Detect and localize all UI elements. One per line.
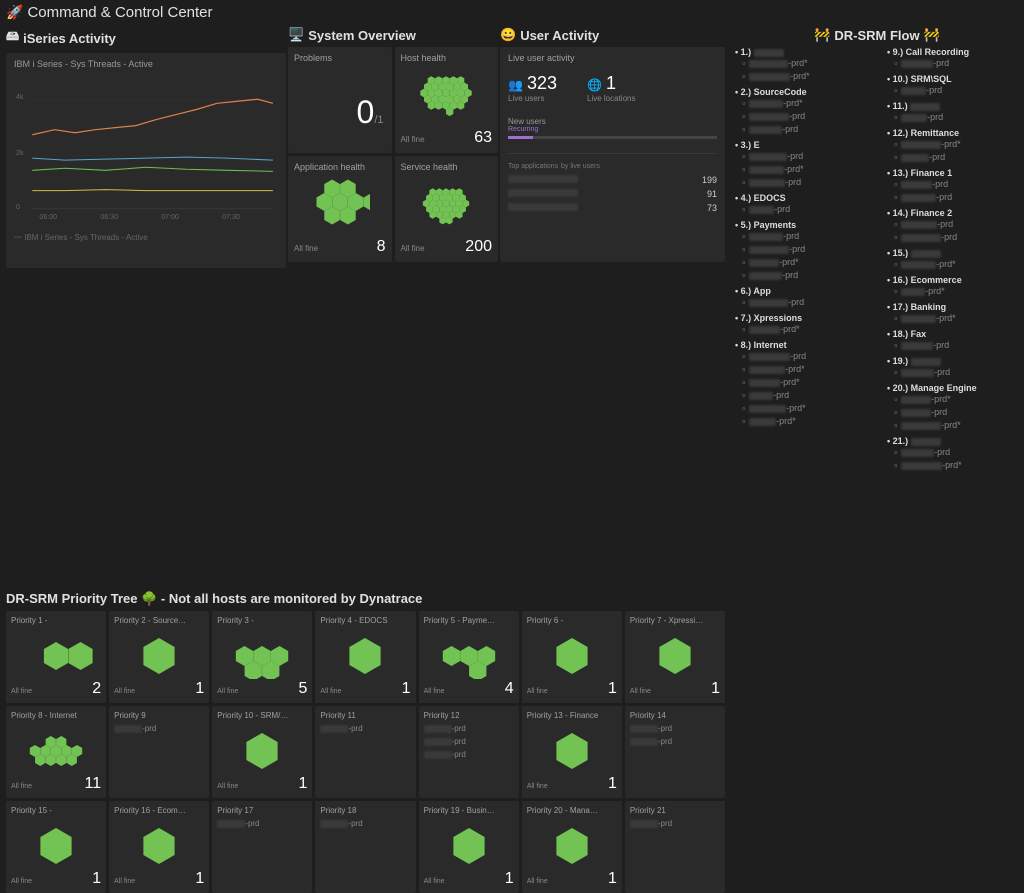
priority-tile[interactable]: Priority 7 - Xpressi…All fine1	[625, 611, 725, 703]
flow-group[interactable]: 7.) Xpressions-prd*	[727, 313, 875, 336]
host-health-tile[interactable]: Host health All fine63	[395, 47, 499, 153]
flow-group[interactable]: 4.) EDOCS-prd	[727, 193, 875, 216]
globe-icon: 🌐	[587, 78, 602, 92]
svg-text:06:00: 06:00	[39, 213, 57, 221]
flow-group[interactable]: 18.) Fax-prd	[879, 329, 1024, 352]
priority-tile[interactable]: Priority 21-prd	[625, 801, 725, 893]
users-icon: 👥	[508, 78, 523, 92]
chart-title: IBM i Series - Sys Threads - Active	[14, 59, 278, 69]
iseries-header: 🖴 iSeries Activity	[6, 25, 286, 53]
priority-grid: Priority 1 -All fine2Priority 2 - Source…	[6, 611, 725, 893]
new-users-block: New users Recurring	[508, 117, 717, 139]
flow-group[interactable]: 14.) Finance 2-prd-prd	[879, 208, 1024, 244]
page-title-text: Command & Control Center	[27, 4, 212, 21]
flow-group[interactable]: 11.) -prd	[879, 101, 1024, 124]
priority-tile[interactable]: Priority 15 -All fine1	[6, 801, 106, 893]
flow-group[interactable]: 2.) SourceCode-prd*-prd-prd	[727, 87, 875, 136]
priority-tile[interactable]: Priority 20 - Mana…All fine1	[522, 801, 622, 893]
system-header: 🖥️ System Overview	[288, 25, 498, 47]
flow-group[interactable]: 17.) Banking-prd*	[879, 302, 1024, 325]
hex-cluster-icon	[310, 176, 370, 228]
flow-group[interactable]: 6.) App-prd	[727, 286, 875, 309]
flow-header: 🚧 DR-SRM Flow 🚧	[727, 25, 1024, 47]
live-users-stat: 👥323 Live users	[508, 73, 557, 103]
priority-tile[interactable]: Priority 3 -All fine5	[212, 611, 312, 703]
priority-tile[interactable]: Priority 2 - Source…All fine1	[109, 611, 209, 703]
priority-tile[interactable]: Priority 8 - InternetAll fine11	[6, 706, 106, 798]
flow-group[interactable]: 21.) -prd-prd*	[879, 436, 1024, 472]
flow-group[interactable]: 5.) Payments-prd-prd-prd*-prd	[727, 220, 875, 282]
priority-tile[interactable]: Priority 11-prd	[315, 706, 415, 798]
problems-tile[interactable]: Problems 0/1	[288, 47, 392, 153]
hex-cluster-icon	[411, 176, 481, 231]
flow-group[interactable]: 13.) Finance 1-prd-prd	[879, 168, 1024, 204]
service-health-tile[interactable]: Service health All fine200	[395, 156, 499, 262]
top-apps: Top applications by live users 199 91 73	[508, 153, 717, 213]
live-locations-stat: 🌐1 Live locations	[587, 73, 635, 103]
page-title: 🚀 Command & Control Center	[0, 0, 1024, 25]
user-activity-tile[interactable]: Live user activity 👥323 Live users 🌐1 Li…	[500, 47, 725, 262]
priority-tile[interactable]: Priority 14-prd-prd	[625, 706, 725, 798]
caution-icon: 🚧	[814, 27, 830, 43]
flow-group[interactable]: 9.) Call Recording-prd	[879, 47, 1024, 70]
priority-tree-header: DR-SRM Priority Tree 🌳 - Not all hosts a…	[6, 587, 725, 609]
flow-group[interactable]: 3.) E-prd-prd*-prd	[727, 140, 875, 189]
svg-text:2k: 2k	[16, 149, 24, 157]
user-header: 😀 User Activity	[500, 25, 725, 47]
svg-text:06:30: 06:30	[100, 213, 118, 221]
line-chart: 4k 2k 0 06:00 06:30 07:00 07:30	[14, 75, 278, 225]
flow-group[interactable]: 8.) Internet-prd-prd*-prd*-prd-prd*-prd*	[727, 340, 875, 428]
flow-group[interactable]: 15.) -prd*	[879, 248, 1024, 271]
iseries-chart-tile[interactable]: IBM i Series - Sys Threads - Active 4k 2…	[6, 53, 286, 268]
rocket-icon: 🚀	[6, 4, 23, 21]
priority-tile[interactable]: Priority 6 -All fine1	[522, 611, 622, 703]
priority-tile[interactable]: Priority 12-prd-prd-prd	[419, 706, 519, 798]
new-users-bar	[508, 136, 717, 139]
hex-cluster-icon	[416, 67, 476, 119]
priority-tile[interactable]: Priority 17-prd	[212, 801, 312, 893]
server-icon: 🖴	[6, 27, 19, 49]
flow-group[interactable]: 10.) SRM\SQL-prd	[879, 74, 1024, 97]
caution-icon: 🚧	[924, 27, 940, 43]
priority-tile[interactable]: Priority 9-prd	[109, 706, 209, 798]
priority-tile[interactable]: Priority 19 - Busin…All fine1	[419, 801, 519, 893]
priority-tile[interactable]: Priority 13 - FinanceAll fine1	[522, 706, 622, 798]
svg-text:0: 0	[16, 203, 20, 211]
flow-group[interactable]: 16.) Ecommerce-prd*	[879, 275, 1024, 298]
dr-srm-flow: 🚧 DR-SRM Flow 🚧 1.) -prd*-prd* 2.) Source…	[727, 25, 1024, 585]
priority-tile[interactable]: Priority 16 - Ecom…All fine1	[109, 801, 209, 893]
app-health-tile[interactable]: Application health All fine8	[288, 156, 392, 262]
flow-group[interactable]: 1.) -prd*-prd*	[727, 47, 875, 83]
priority-tile[interactable]: Priority 1 -All fine2	[6, 611, 106, 703]
priority-tile[interactable]: Priority 4 - EDOCSAll fine1	[315, 611, 415, 703]
monitor-icon: 🖥️	[288, 27, 304, 43]
flow-group[interactable]: 19.) -prd	[879, 356, 1024, 379]
svg-text:4k: 4k	[16, 93, 24, 101]
svg-text:07:00: 07:00	[161, 213, 179, 221]
flow-group[interactable]: 20.) Manage Engine-prd*-prd-prd*	[879, 383, 1024, 432]
priority-tile[interactable]: Priority 5 - Payme…All fine4	[419, 611, 519, 703]
flow-group[interactable]: 12.) Remittance-prd*-prd	[879, 128, 1024, 164]
priority-tile[interactable]: Priority 10 - SRM/…All fine1	[212, 706, 312, 798]
face-icon: 😀	[500, 27, 516, 43]
priority-tile[interactable]: Priority 18-prd	[315, 801, 415, 893]
chart-legend: 〰 IBM i Series - Sys Threads - Active	[14, 232, 278, 243]
svg-text:07:30: 07:30	[222, 213, 240, 221]
